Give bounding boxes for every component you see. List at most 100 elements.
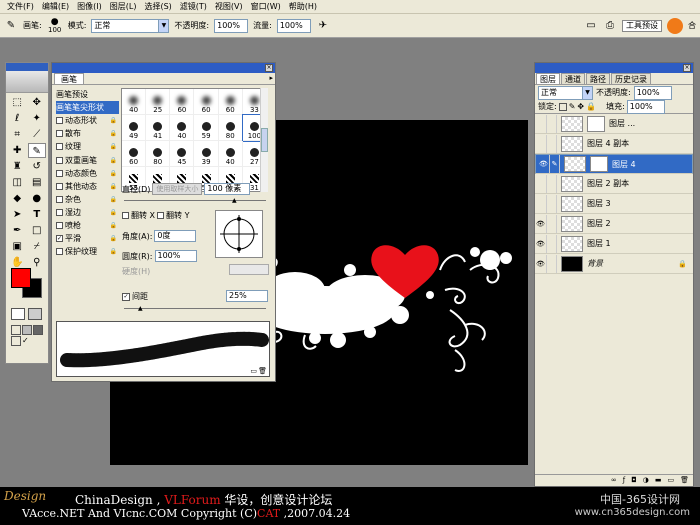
magic-wand-icon[interactable]: ✦ [28,111,47,126]
lock-icon[interactable]: 🔒 [110,183,117,190]
folder-icon[interactable]: ▬ [655,475,662,486]
mask-icon[interactable]: ◘ [631,475,637,486]
brush-grid-scrollbar[interactable] [260,88,268,192]
menu-item[interactable]: 帮助(H) [285,1,321,12]
jump-imageready-icon[interactable] [11,336,21,346]
print-icon[interactable]: ⎙ [603,19,617,33]
link-icon[interactable]: ∞ [611,475,617,486]
setting-checkbox[interactable] [56,143,63,151]
brush-tip[interactable]: 40 [122,89,147,115]
brush-tip[interactable]: 60 [122,141,147,167]
history-brush-icon[interactable]: ↺ [28,159,47,174]
lock-icon[interactable]: 🔒 [110,222,117,229]
pen-tool-icon[interactable]: ✒ [8,223,27,238]
setting-checkbox[interactable] [56,195,63,203]
eye-icon[interactable] [535,194,547,213]
color-swatches[interactable] [11,268,45,298]
eye-icon[interactable] [535,174,547,193]
menu-item[interactable]: 选择(S) [140,1,175,12]
brush-setting-item[interactable]: 其他动态 🔒 [56,180,119,193]
gradient-tool-icon[interactable]: ▤ [28,175,47,190]
brush-setting-item[interactable]: 画笔预设 [56,88,119,101]
brush-tip[interactable]: 60 [194,89,219,115]
menu-item[interactable]: 图像(I) [73,1,106,12]
eye-icon[interactable]: 👁 [535,234,547,253]
brush-setting-item[interactable]: 纹理 🔒 [56,140,119,153]
flow-field[interactable]: 100% [276,18,311,33]
delete-brush-icon[interactable]: 🗑 [258,367,267,375]
eye-icon[interactable]: 👁 [535,214,547,233]
lasso-tool-icon[interactable]: ℓ [8,111,27,126]
angle-input[interactable]: 0度 [154,230,197,242]
brush-indicator-icon[interactable] [547,254,557,273]
lock-all-icon[interactable]: 🔒 [586,102,596,111]
brush-setting-item[interactable]: 湿边 🔒 [56,206,119,219]
brush-tool-icon[interactable]: ✎ [4,19,18,33]
layer-opacity-field[interactable]: 100% [633,85,672,100]
brush-tip[interactable]: 59 [194,115,219,141]
new-layer-icon[interactable]: ▭ [667,475,674,486]
brush-setting-item[interactable]: 动态颜色 🔒 [56,167,119,180]
brush-tip[interactable]: 40 [218,141,243,167]
setting-checkbox[interactable] [56,169,63,177]
trash-icon[interactable]: 🗑 [680,475,689,486]
eye-icon[interactable] [535,134,547,153]
fullscreen-menu-icon[interactable] [22,325,32,335]
eraser-tool-icon[interactable]: ◫ [8,175,27,190]
menu-item[interactable]: 窗口(W) [247,1,285,12]
shape-tool-icon[interactable]: □ [28,223,47,238]
slider-thumb-icon[interactable]: ▲ [138,305,143,312]
layer-row[interactable]: 图层 3 [535,194,693,214]
lock-icon[interactable]: 🔒 [110,209,117,216]
lock-icon[interactable]: 🔒 [110,117,117,124]
brush-indicator-icon[interactable] [547,114,557,133]
brush-indicator-icon[interactable] [547,214,557,233]
flip-y-checkbox[interactable] [157,212,165,219]
setting-checkbox[interactable] [56,248,63,256]
setting-checkbox[interactable] [56,221,63,229]
brush-tip[interactable]: 40 [170,115,195,141]
flip-x-checkbox[interactable] [122,212,129,219]
healing-brush-icon[interactable]: ✚ [8,143,27,158]
layer-row[interactable]: 👁 背景 🔒 [535,254,693,274]
tab-brushes[interactable]: 画笔 [54,73,84,84]
mode-select[interactable]: 正常 ▼ [91,18,170,33]
panel-menu-icon[interactable]: ▸ [269,74,273,82]
path-select-icon[interactable]: ➤ [8,207,27,222]
brush-setting-item[interactable]: 双重画笔 🔒 [56,153,119,166]
setting-checkbox[interactable] [56,130,63,138]
menu-item[interactable]: 图层(L) [106,1,141,12]
layer-row[interactable]: 图层 ... [535,114,693,134]
setting-checkbox[interactable]: ✓ [56,235,63,243]
tab-layers-1[interactable]: 通道 [561,73,585,84]
tab-layers-2[interactable]: 路径 [586,73,610,84]
blend-mode-select[interactable]: 正常 ▼ [538,85,593,100]
close-icon[interactable]: × [265,64,273,72]
imageready-icon[interactable] [667,17,683,34]
adjustment-icon[interactable]: ◑ [643,475,649,486]
brush-tip[interactable]: 80 [218,115,243,141]
lock-icon[interactable]: 🔒 [110,143,117,150]
tab-layers-0[interactable]: 图层 [536,73,560,84]
diameter-input[interactable]: 100 像素 [204,183,251,195]
eyedropper-icon[interactable]: ⌿ [28,239,47,254]
brush-indicator-icon[interactable] [547,174,557,193]
spacing-checkbox[interactable]: ✓ [122,292,130,301]
move-tool-icon[interactable]: ✥ [28,95,47,110]
quickmask-mode-icon[interactable] [28,308,42,320]
brush-tip[interactable]: 49 [122,115,147,141]
menu-item[interactable]: 文件(F) [3,1,38,12]
screen-mode-icon[interactable] [11,325,21,335]
diameter-slider[interactable]: ▲ [124,197,266,204]
lock-transparency-icon[interactable] [558,102,567,111]
menu-item[interactable]: 编辑(E) [38,1,73,12]
layer-row[interactable]: 👁 图层 2 [535,214,693,234]
brush-tip[interactable]: 39 [194,141,219,167]
angle-roundness-widget[interactable] [215,210,263,258]
roundness-input[interactable]: 100% [154,250,197,262]
airbrush-icon[interactable]: ✈ [316,19,330,33]
dodge-tool-icon[interactable]: ● [28,191,47,206]
standard-mode-icon[interactable] [11,308,25,320]
brush-tip[interactable]: 41 [146,115,171,141]
slice-tool-icon[interactable]: ⟋ [28,127,47,142]
